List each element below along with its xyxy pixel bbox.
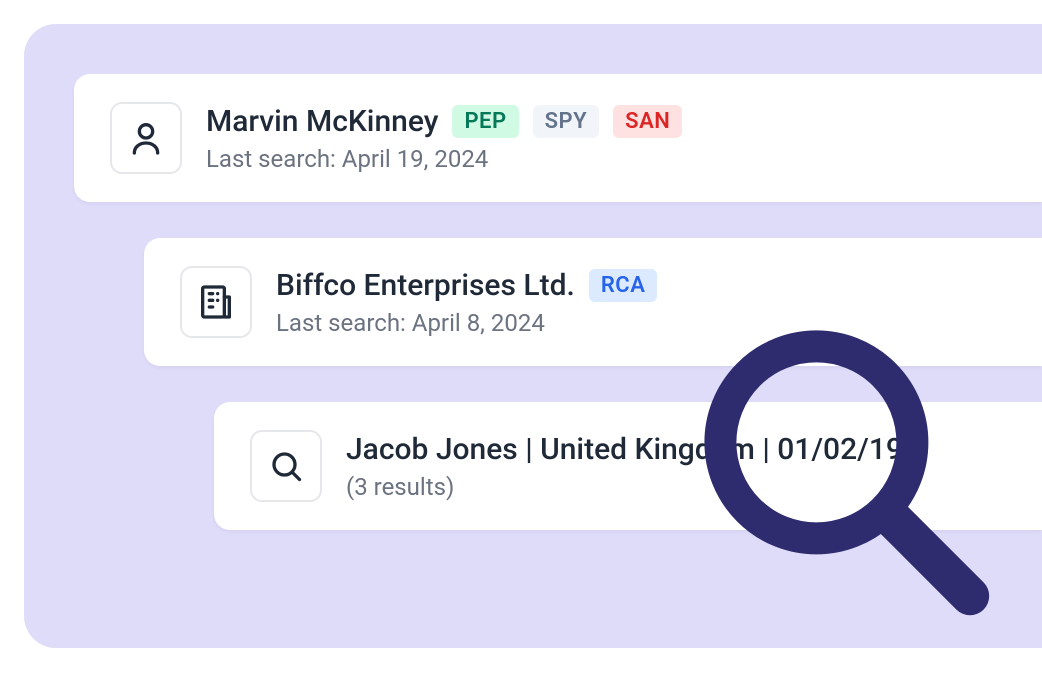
title-row: Marvin McKinney PEP SPY SAN (206, 104, 1006, 139)
result-name: Biffco Enterprises Ltd. (276, 268, 575, 303)
result-query-text: Jacob Jones | United Kingdom | 01/02/196 (346, 432, 920, 467)
result-card-person[interactable]: Marvin McKinney PEP SPY SAN Last search:… (74, 74, 1042, 202)
last-search-date: Last search: April 8, 2024 (276, 309, 1006, 337)
badge-spy: SPY (533, 105, 600, 138)
result-count: (3 results) (346, 473, 1006, 501)
last-search-date: Last search: April 19, 2024 (206, 145, 1006, 173)
title-row: Biffco Enterprises Ltd. RCA (276, 268, 1006, 303)
badge-pep: PEP (452, 105, 518, 138)
badge-rca: RCA (589, 269, 658, 302)
result-name: Marvin McKinney (206, 104, 438, 139)
card-content: Jacob Jones | United Kingdom | 01/02/196… (346, 432, 1006, 501)
result-card-company[interactable]: Biffco Enterprises Ltd. RCA Last search:… (144, 238, 1042, 366)
search-results-panel: Marvin McKinney PEP SPY SAN Last search:… (24, 24, 1042, 648)
card-content: Biffco Enterprises Ltd. RCA Last search:… (276, 268, 1006, 337)
search-icon (250, 430, 322, 502)
card-content: Marvin McKinney PEP SPY SAN Last search:… (206, 104, 1006, 173)
badge-san: SAN (613, 105, 682, 138)
person-icon (110, 102, 182, 174)
title-row: Jacob Jones | United Kingdom | 01/02/196 (346, 432, 1006, 467)
result-card-query[interactable]: Jacob Jones | United Kingdom | 01/02/196… (214, 402, 1042, 530)
building-icon (180, 266, 252, 338)
